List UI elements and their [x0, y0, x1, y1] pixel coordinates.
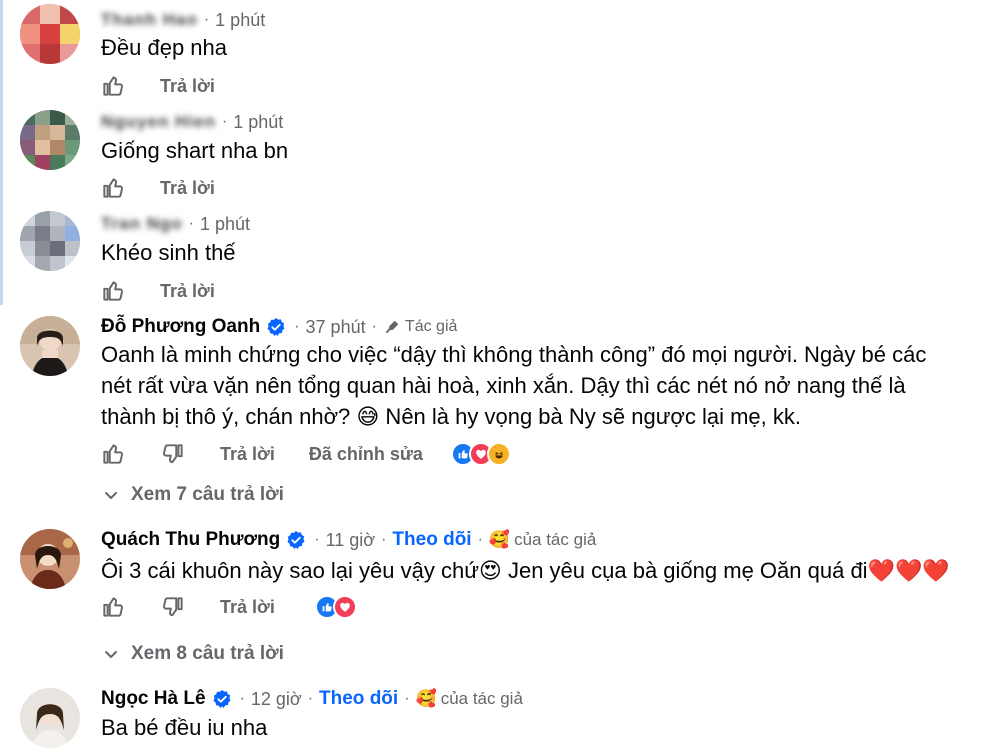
reply-button[interactable]: Trả lời [220, 597, 275, 618]
comment-text-line: nét rất vừa vặn nên tổng quan hài hoà, x… [101, 373, 906, 398]
love-reaction-icon [332, 595, 357, 619]
separator-dot: · [477, 531, 483, 548]
thumbs-down-icon[interactable] [160, 594, 186, 620]
view-replies-button[interactable]: Xem 8 câu trả lời [103, 643, 284, 665]
comment-text: Oanh là minh chứng cho việc “dậy thì khô… [101, 339, 926, 432]
separator-dot: · [404, 690, 410, 707]
commenter-name[interactable]: Tran Ngo [101, 213, 183, 235]
verified-badge-icon [286, 530, 306, 550]
view-replies-label: Xem 8 câu trả lời [131, 643, 284, 664]
follow-button[interactable]: Theo dõi [392, 529, 471, 551]
care-reaction-icon: 🥰 [415, 689, 437, 708]
edited-label[interactable]: Đã chỉnh sửa [309, 444, 423, 465]
comment-text: Giống shart nha bn [101, 138, 289, 163]
separator-dot: · [371, 318, 377, 335]
thumbs-up-icon[interactable] [100, 73, 126, 99]
author-reaction-badge: 🥰 của tác giả [489, 529, 596, 551]
comment-time[interactable]: 12 giờ [251, 688, 302, 710]
avatar[interactable] [20, 688, 80, 748]
reaction-summary[interactable] [450, 442, 511, 466]
comment-text-line: Oanh là minh chứng cho việc “dậy thì khô… [101, 342, 927, 367]
author-reaction-badge: 🥰 của tác giả [416, 688, 523, 710]
view-replies-label: Xem 7 câu trả lời [131, 484, 284, 505]
reply-button[interactable]: Trả lời [160, 178, 215, 199]
care-reaction-icon: 🥰 [488, 530, 511, 549]
comment-text: Ba bé đều iu nha [101, 715, 268, 740]
author-reaction-label: của tác giả [514, 530, 597, 549]
comment-text-line: thành bị thô ý, chán nhờ? 😅 Nên là hy vọ… [101, 404, 801, 429]
separator-dot: · [294, 318, 300, 335]
avatar[interactable] [20, 4, 80, 64]
thumbs-up-icon[interactable] [100, 278, 126, 304]
verified-badge-icon [266, 317, 286, 337]
separator-dot: · [381, 531, 387, 548]
commenter-name[interactable]: Đỗ Phương Oanh [101, 316, 260, 338]
comment-time[interactable]: 1 phút [215, 9, 265, 31]
avatar[interactable] [20, 529, 80, 589]
haha-reaction-icon [486, 442, 511, 466]
comment-text: Ôi 3 cái khuôn này sao lại yêu vậy chứ😍 … [101, 558, 950, 583]
separator-dot: · [307, 690, 314, 707]
chevron-down-icon [105, 651, 117, 658]
microphone-icon [385, 320, 399, 334]
comment-time[interactable]: 1 phút [233, 111, 283, 133]
follow-button[interactable]: Theo dõi [319, 688, 398, 710]
separator-dot: · [221, 113, 228, 130]
commenter-name[interactable]: Thanh Hao [101, 9, 198, 31]
separator-dot: · [314, 531, 320, 548]
chevron-down-icon [105, 492, 117, 499]
thumbs-up-icon[interactable] [100, 175, 126, 201]
reply-button[interactable]: Trả lời [160, 76, 215, 97]
comment-time[interactable]: 11 giờ [326, 529, 376, 551]
avatar[interactable] [20, 316, 80, 376]
comment-text: Đều đẹp nha [101, 35, 227, 60]
view-replies-button[interactable]: Xem 7 câu trả lời [103, 484, 284, 506]
separator-dot: · [239, 690, 245, 707]
thumbs-up-icon[interactable] [100, 441, 126, 467]
reaction-summary[interactable] [314, 595, 357, 619]
avatar[interactable] [20, 110, 80, 170]
thumbs-down-icon[interactable] [160, 441, 186, 467]
author-badge: Tác giả [383, 316, 457, 338]
comment-time[interactable]: 37 phút [306, 316, 366, 338]
commenter-name[interactable]: Quách Thu Phương [101, 529, 280, 551]
separator-dot: · [203, 11, 210, 28]
comment-text: Khéo sinh thế [101, 240, 236, 265]
commenter-name[interactable]: Nguyen Hien [101, 111, 216, 133]
reply-button[interactable]: Trả lời [160, 281, 215, 302]
reply-button[interactable]: Trả lời [220, 444, 275, 465]
commenter-name[interactable]: Ngọc Hà Lê [101, 688, 206, 710]
thumbs-up-icon[interactable] [100, 594, 126, 620]
author-reaction-label: của tác giả [440, 689, 523, 708]
separator-dot: · [188, 215, 194, 232]
avatar[interactable] [20, 211, 80, 271]
verified-badge-icon [212, 689, 232, 709]
author-badge-label: Tác giả [404, 318, 458, 335]
comment-time[interactable]: 1 phút [200, 213, 250, 235]
thread-line [0, 0, 3, 305]
